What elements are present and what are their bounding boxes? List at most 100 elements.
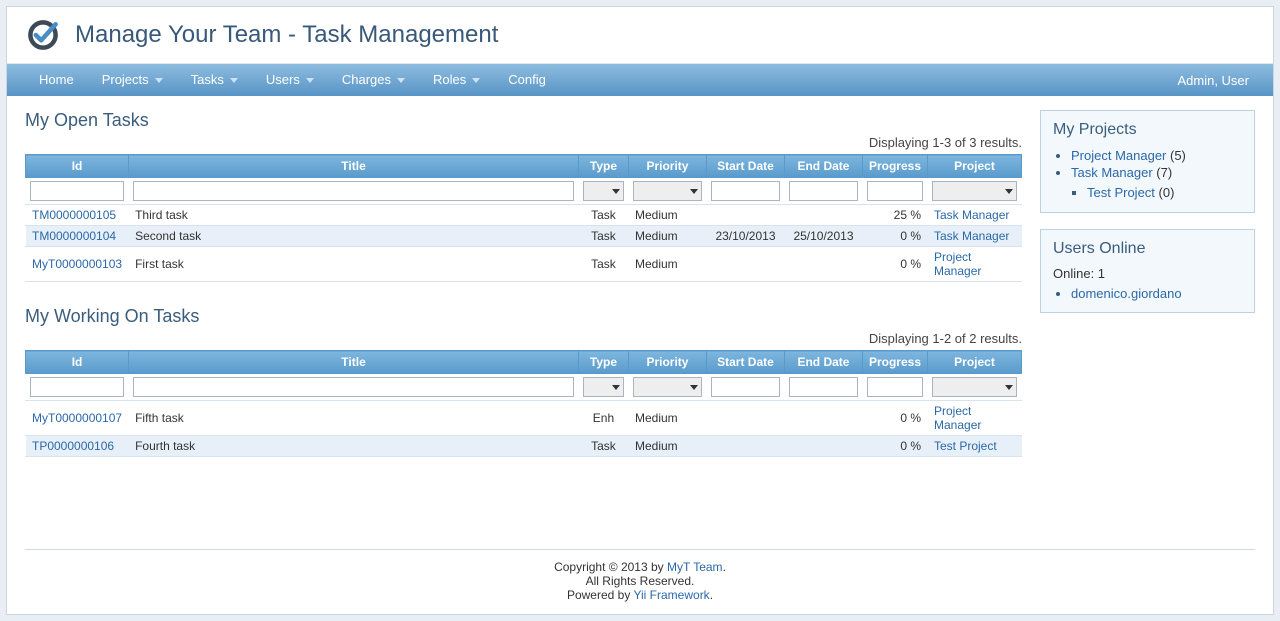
cell: 23/10/2013 bbox=[706, 226, 784, 247]
column-header[interactable]: End Date bbox=[784, 155, 862, 178]
project-link[interactable]: Project Manager bbox=[934, 404, 981, 432]
cell bbox=[784, 401, 862, 436]
working-tasks-table: IdTitleTypePriorityStart DateEnd DatePro… bbox=[25, 350, 1022, 457]
task-id-link[interactable]: TM0000000105 bbox=[32, 208, 116, 222]
cell: 0 % bbox=[862, 226, 927, 247]
nav-item-charges[interactable]: Charges bbox=[328, 64, 419, 96]
filter-select[interactable] bbox=[633, 377, 702, 397]
caret-down-icon bbox=[155, 78, 163, 83]
cell: Test Project bbox=[928, 436, 1022, 457]
team-link[interactable]: MyT Team bbox=[667, 560, 723, 574]
cell: Task bbox=[578, 205, 628, 226]
project-item: Project Manager (5) bbox=[1071, 147, 1242, 164]
project-link[interactable]: Test Project bbox=[1087, 185, 1155, 200]
caret-down-icon bbox=[306, 78, 314, 83]
users-online-heading: Users Online bbox=[1053, 240, 1242, 258]
project-link[interactable]: Project Manager bbox=[1071, 148, 1166, 163]
project-link[interactable]: Task Manager bbox=[934, 229, 1009, 243]
filter-select[interactable] bbox=[583, 181, 624, 201]
column-header[interactable]: Title bbox=[129, 155, 579, 178]
copyright-text: Copyright © 2013 by bbox=[554, 560, 667, 574]
nav-item-roles[interactable]: Roles bbox=[419, 64, 494, 96]
column-header[interactable]: Id bbox=[26, 351, 129, 374]
filter-input[interactable] bbox=[789, 181, 858, 201]
cell: 25/10/2013 bbox=[784, 226, 862, 247]
cell bbox=[706, 401, 784, 436]
cell: Medium bbox=[628, 247, 706, 282]
cell bbox=[706, 436, 784, 457]
project-link[interactable]: Project Manager bbox=[934, 250, 981, 278]
column-header[interactable]: Id bbox=[26, 155, 129, 178]
filter-input[interactable] bbox=[789, 377, 858, 397]
cell: Task bbox=[578, 247, 628, 282]
filter-input[interactable] bbox=[133, 181, 574, 201]
cell: Project Manager bbox=[928, 247, 1022, 282]
cell: Task Manager bbox=[928, 226, 1022, 247]
cell: 0 % bbox=[862, 401, 927, 436]
column-header[interactable]: Type bbox=[578, 155, 628, 178]
cell: Third task bbox=[129, 205, 579, 226]
column-header[interactable]: Progress bbox=[862, 155, 927, 178]
footer-separator bbox=[25, 549, 1255, 550]
nav-label: Roles bbox=[433, 64, 466, 96]
project-link[interactable]: Task Manager bbox=[934, 208, 1009, 222]
filter-input[interactable] bbox=[711, 181, 780, 201]
filter-select[interactable] bbox=[932, 181, 1017, 201]
nav-label: Tasks bbox=[191, 64, 224, 96]
project-count: (0) bbox=[1155, 185, 1175, 200]
cell: TP0000000106 bbox=[26, 436, 129, 457]
cell bbox=[784, 205, 862, 226]
column-header[interactable]: Title bbox=[129, 351, 579, 374]
column-header[interactable]: Type bbox=[578, 351, 628, 374]
column-header[interactable]: Start Date bbox=[706, 155, 784, 178]
filter-select[interactable] bbox=[583, 377, 624, 397]
column-header[interactable]: Priority bbox=[628, 155, 706, 178]
task-id-link[interactable]: MyT0000000107 bbox=[32, 411, 122, 425]
chevron-down-icon bbox=[690, 189, 698, 194]
nav-item-users[interactable]: Users bbox=[252, 64, 328, 96]
filter-input[interactable] bbox=[133, 377, 574, 397]
column-header[interactable]: Progress bbox=[862, 351, 927, 374]
online-count: Online: 1 bbox=[1053, 266, 1242, 281]
filter-select[interactable] bbox=[932, 377, 1017, 397]
nav-label: Users bbox=[266, 64, 300, 96]
powered-text: Powered by bbox=[567, 588, 634, 602]
open-tasks-heading: My Open Tasks bbox=[25, 110, 1022, 131]
filter-input[interactable] bbox=[30, 181, 124, 201]
filter-input[interactable] bbox=[30, 377, 124, 397]
task-id-link[interactable]: TP0000000106 bbox=[32, 439, 114, 453]
project-count: (5) bbox=[1166, 148, 1186, 163]
filter-select[interactable] bbox=[633, 181, 702, 201]
nav-item-projects[interactable]: Projects bbox=[88, 64, 177, 96]
logo-icon bbox=[25, 17, 61, 53]
framework-link[interactable]: Yii Framework bbox=[633, 588, 709, 602]
chevron-down-icon bbox=[1005, 385, 1013, 390]
task-id-link[interactable]: MyT0000000103 bbox=[32, 257, 122, 271]
filter-input[interactable] bbox=[867, 377, 923, 397]
column-header[interactable]: Project bbox=[928, 155, 1022, 178]
table-row: MyT0000000107Fifth taskEnhMedium0 %Proje… bbox=[26, 401, 1022, 436]
cell: Task bbox=[578, 226, 628, 247]
cell: Second task bbox=[129, 226, 579, 247]
nav-item-home[interactable]: Home bbox=[25, 64, 88, 96]
chevron-down-icon bbox=[612, 385, 620, 390]
cell bbox=[784, 247, 862, 282]
task-id-link[interactable]: TM0000000104 bbox=[32, 229, 116, 243]
cell: 0 % bbox=[862, 436, 927, 457]
nav-item-config[interactable]: Config bbox=[494, 64, 560, 96]
project-link[interactable]: Test Project bbox=[934, 439, 997, 453]
user-menu[interactable]: Admin, User bbox=[1177, 73, 1255, 88]
column-header[interactable]: Project bbox=[928, 351, 1022, 374]
nav-label: Charges bbox=[342, 64, 391, 96]
nav-item-tasks[interactable]: Tasks bbox=[177, 64, 252, 96]
rights-text: All Rights Reserved. bbox=[7, 574, 1273, 588]
column-header[interactable]: End Date bbox=[784, 351, 862, 374]
filter-input[interactable] bbox=[711, 377, 780, 397]
project-count: (7) bbox=[1153, 165, 1173, 180]
column-header[interactable]: Priority bbox=[628, 351, 706, 374]
project-link[interactable]: Task Manager bbox=[1071, 165, 1153, 180]
column-header[interactable]: Start Date bbox=[706, 351, 784, 374]
my-projects-portlet: My Projects Project Manager (5)Task Mana… bbox=[1040, 110, 1255, 213]
user-link[interactable]: domenico.giordano bbox=[1071, 286, 1182, 301]
filter-input[interactable] bbox=[867, 181, 923, 201]
